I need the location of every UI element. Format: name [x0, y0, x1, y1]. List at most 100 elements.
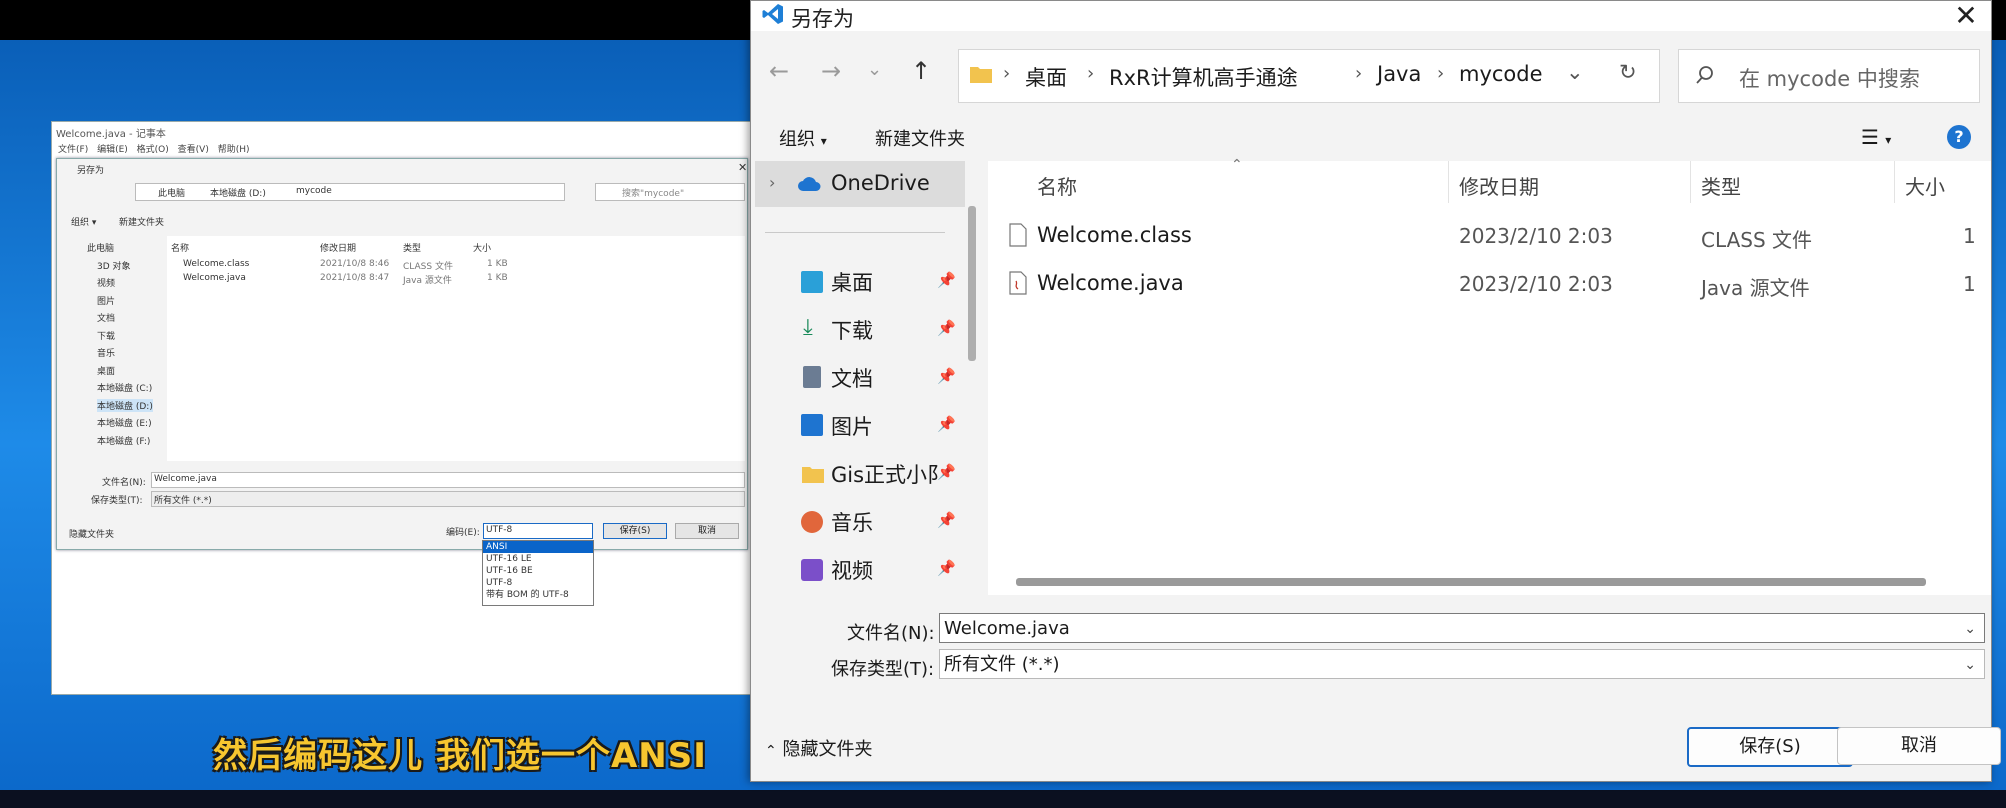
menu-file[interactable]: 文件(F)	[58, 142, 88, 155]
pin-icon[interactable]: 📌	[937, 319, 956, 337]
filetype-select[interactable]: 所有文件 (*.*) ⌄	[939, 649, 1985, 679]
file-row[interactable]: Welcome.java 2023/2/10 2:03 Java 源文件 1	[1003, 267, 1989, 303]
tree-disk-c[interactable]: 本地磁盘 (C:)	[97, 381, 152, 394]
tree-desktop[interactable]: 桌面	[97, 364, 115, 377]
small-crumb-2[interactable]: 本地磁盘 (D:)	[210, 186, 266, 199]
encoding-option-utf8-bom[interactable]: 带有 BOM 的 UTF-8	[483, 589, 593, 601]
chevron-down-icon[interactable]: ⌄	[1964, 614, 1976, 644]
small-search-placeholder: 搜索"mycode"	[622, 189, 685, 199]
small-crumb-3[interactable]: mycode	[296, 186, 332, 196]
encoding-option-utf16le[interactable]: UTF-16 LE	[483, 553, 593, 565]
download-icon: ⤓	[803, 315, 813, 340]
tree-documents[interactable]: 文档	[97, 311, 115, 324]
back-arrow-icon[interactable]: ←	[769, 57, 789, 85]
refresh-icon[interactable]: ↻	[1619, 60, 1637, 84]
small-file-name[interactable]: Welcome.java	[183, 273, 246, 283]
small-col-type[interactable]: 类型	[403, 241, 421, 254]
menu-help[interactable]: 帮助(H)	[218, 142, 250, 155]
nav-item-documents[interactable]: 文档	[831, 363, 873, 393]
small-col-date[interactable]: 修改日期	[320, 241, 356, 254]
pin-icon[interactable]: 📌	[937, 415, 956, 433]
small-address-bar[interactable]: 此电脑 本地磁盘 (D:) mycode	[135, 183, 565, 201]
small-filetype-field[interactable]: 所有文件 (*.*)	[151, 491, 745, 507]
menu-edit[interactable]: 编辑(E)	[97, 142, 128, 155]
tree-disk-e[interactable]: 本地磁盘 (E:)	[97, 416, 152, 429]
file-row[interactable]: Welcome.class 2023/2/10 2:03 CLASS 文件 1	[1003, 219, 1989, 255]
close-icon[interactable]: ✕	[1951, 0, 1981, 32]
pin-icon[interactable]: 📌	[937, 511, 956, 529]
column-divider[interactable]	[1894, 161, 1895, 203]
expand-chevron-icon[interactable]: ›	[769, 173, 775, 192]
tree-videos[interactable]: 视频	[97, 276, 115, 289]
nav-scrollbar[interactable]	[968, 206, 976, 361]
tree-3d[interactable]: 3D 对象	[97, 259, 131, 272]
view-options-icon[interactable]: ☰ ▾	[1861, 125, 1891, 149]
small-encoding-value: UTF-8	[486, 525, 513, 535]
column-divider[interactable]	[1448, 161, 1449, 203]
organize-button[interactable]: 组织 ▾	[779, 125, 827, 151]
breadcrumb-folder[interactable]: RxR计算机高手通途	[1109, 62, 1298, 92]
small-new-folder-button[interactable]: 新建文件夹	[119, 215, 164, 228]
pin-icon[interactable]: 📌	[937, 367, 956, 385]
up-arrow-icon[interactable]: ↑	[911, 57, 931, 85]
nav-item-onedrive[interactable]: OneDrive	[831, 171, 930, 195]
nav-item-downloads[interactable]: 下载	[831, 315, 873, 345]
breadcrumb-desktop[interactable]: 桌面	[1025, 62, 1067, 92]
new-folder-button[interactable]: 新建文件夹	[875, 125, 965, 151]
recent-chevron-icon[interactable]: ⌄	[867, 59, 882, 80]
encoding-option-ansi[interactable]: ANSI	[483, 541, 593, 553]
tree-music[interactable]: 音乐	[97, 346, 115, 359]
forward-arrow-icon[interactable]: →	[821, 57, 841, 85]
filetype-value: 所有文件 (*.*)	[944, 654, 1060, 675]
cancel-button[interactable]: 取消	[1837, 727, 2001, 765]
small-organize-button[interactable]: 组织 ▾	[71, 215, 96, 228]
small-encoding-select[interactable]: UTF-8	[483, 523, 593, 539]
small-search-box[interactable]: 搜索"mycode"	[595, 183, 745, 201]
small-cancel-button[interactable]: 取消	[675, 523, 739, 539]
tree-this-pc[interactable]: 此电脑	[87, 241, 114, 254]
small-col-name[interactable]: 名称	[171, 241, 189, 254]
pin-icon[interactable]: 📌	[937, 463, 956, 481]
encoding-option-utf16be[interactable]: UTF-16 BE	[483, 565, 593, 577]
address-dropdown-chevron-icon[interactable]: ⌄	[1566, 60, 1584, 84]
small-hide-folders[interactable]: 隐藏文件夹	[69, 527, 114, 540]
hide-folders-toggle[interactable]: ⌃ 隐藏文件夹	[765, 735, 872, 761]
tree-downloads[interactable]: 下载	[97, 329, 115, 342]
search-box[interactable]: 在 mycode 中搜索	[1678, 49, 1980, 103]
encoding-option-utf8[interactable]: UTF-8	[483, 577, 593, 589]
column-header-name[interactable]: 名称	[1037, 171, 1077, 200]
breadcrumb-mycode[interactable]: mycode	[1459, 62, 1543, 86]
nav-item-music[interactable]: 音乐	[831, 507, 873, 537]
menu-format[interactable]: 格式(O)	[137, 142, 169, 155]
tree-disk-d[interactable]: 本地磁盘 (D:)	[97, 399, 153, 412]
column-header-type[interactable]: 类型	[1701, 171, 1741, 200]
nav-item-videos[interactable]: 视频	[831, 555, 873, 585]
notepad-title-text: Welcome.java - 记事本	[56, 129, 166, 140]
nav-item-pictures[interactable]: 图片	[831, 411, 873, 441]
nav-item-gis-folder[interactable]: Gis正式小阝	[831, 459, 943, 489]
file-date: 2023/2/10 2:03	[1459, 224, 1613, 248]
pin-icon[interactable]: 📌	[937, 559, 956, 577]
column-divider[interactable]	[1690, 161, 1691, 203]
small-filename-field[interactable]: Welcome.java	[151, 472, 745, 488]
nav-item-desktop[interactable]: 桌面	[831, 267, 873, 297]
filename-input[interactable]: Welcome.java ⌄	[939, 613, 1985, 643]
document-icon	[803, 366, 821, 388]
help-icon[interactable]: ?	[1947, 125, 1971, 149]
column-header-size[interactable]: 大小	[1905, 171, 1945, 200]
save-button[interactable]: 保存(S)	[1687, 727, 1853, 767]
chevron-down-icon[interactable]: ⌄	[1964, 650, 1976, 680]
column-header-date[interactable]: 修改日期	[1459, 171, 1539, 200]
small-save-button[interactable]: 保存(S)	[603, 523, 667, 539]
small-file-name[interactable]: Welcome.class	[183, 259, 249, 269]
horizontal-scrollbar[interactable]	[1016, 578, 1926, 586]
small-col-size[interactable]: 大小	[473, 241, 491, 254]
tree-disk-f[interactable]: 本地磁盘 (F:)	[97, 434, 150, 447]
small-crumb-1[interactable]: 此电脑	[158, 186, 185, 199]
breadcrumb-java[interactable]: Java	[1377, 62, 1421, 86]
pin-icon[interactable]: 📌	[937, 271, 956, 289]
menu-view[interactable]: 查看(V)	[178, 142, 209, 155]
tree-pictures[interactable]: 图片	[97, 294, 115, 307]
small-close-icon[interactable]: ✕	[738, 161, 747, 174]
address-bar[interactable]: › 桌面 › RxR计算机高手通途 › Java › mycode ⌄ ↻	[958, 49, 1660, 103]
